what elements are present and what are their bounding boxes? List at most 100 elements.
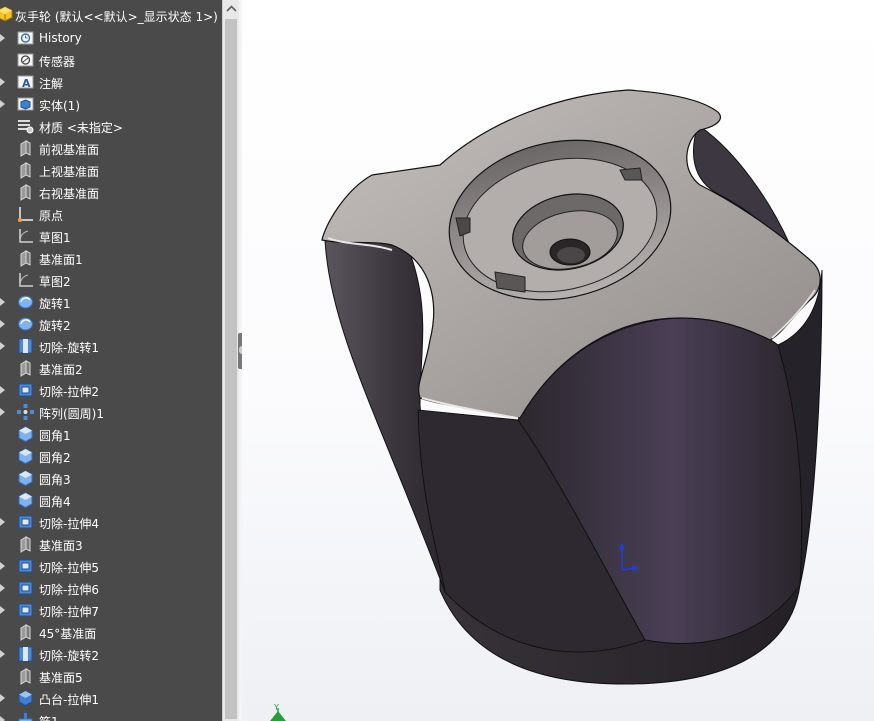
part-name: 灰手轮 (默认<<默认>_显示状态 1>) xyxy=(15,10,218,24)
cut-extrude-icon xyxy=(16,381,35,399)
tree-item[interactable]: 材质 <未指定> xyxy=(0,115,222,137)
plane-icon xyxy=(16,623,35,641)
solid-bodies-icon xyxy=(16,95,35,113)
tree-item[interactable]: 基准面5 xyxy=(0,665,222,687)
plane-icon xyxy=(16,139,35,157)
tree-item[interactable]: 切除-拉伸7 xyxy=(0,599,222,621)
cut-revolve-icon xyxy=(16,337,35,355)
tree-item[interactable]: 旋转1 xyxy=(0,291,222,313)
plane-icon xyxy=(16,535,35,553)
history-icon xyxy=(16,29,35,47)
material-icon xyxy=(16,117,35,135)
sensor-icon xyxy=(16,51,35,69)
expand-arrow-icon[interactable] xyxy=(0,694,5,702)
sketch-icon xyxy=(16,271,35,289)
expand-arrow-icon[interactable] xyxy=(0,584,5,592)
tree-item[interactable]: 基准面2 xyxy=(0,357,222,379)
tree-item[interactable]: 阵列(圆周)1 xyxy=(0,401,222,423)
fillet-icon xyxy=(16,469,35,487)
tree-item-label: 阵列(圆周)1 xyxy=(39,407,104,421)
tree-item[interactable]: 基准面1 xyxy=(0,247,222,269)
expand-arrow-icon[interactable] xyxy=(0,562,5,570)
tree-item-label: 材质 <未指定> xyxy=(39,121,123,135)
tree-item[interactable]: 圆角2 xyxy=(0,445,222,467)
cut-extrude-icon xyxy=(16,601,35,619)
svg-text:A: A xyxy=(22,77,31,90)
plane-icon xyxy=(16,249,35,267)
tree-item[interactable]: 上视基准面 xyxy=(0,159,222,181)
tree-item[interactable]: 圆角4 xyxy=(0,489,222,511)
tree-item[interactable]: 切除-旋转1 xyxy=(0,335,222,357)
tree-item[interactable]: 45°基准面 xyxy=(0,621,222,643)
tree-item-label: 旋转1 xyxy=(39,297,71,311)
expand-arrow-icon[interactable] xyxy=(0,298,5,306)
tree-item-label: 切除-拉伸4 xyxy=(39,517,99,531)
feature-manager-tree[interactable]: 灰手轮 (默认<<默认>_显示状态 1>) History 传感器 A 注解实体(1)… xyxy=(0,0,222,721)
expand-arrow-icon[interactable] xyxy=(0,320,5,328)
model-render[interactable]: Y xyxy=(242,0,874,721)
tree-item-label: 前视基准面 xyxy=(39,143,100,157)
tree-item[interactable]: 切除-拉伸4 xyxy=(0,511,222,533)
plane-icon xyxy=(16,667,35,685)
tree-item-label: 切除-旋转2 xyxy=(39,649,99,663)
tree-item[interactable]: 草图1 xyxy=(0,225,222,247)
cut-extrude-icon xyxy=(16,513,35,531)
expand-arrow-icon[interactable] xyxy=(0,100,5,108)
expand-arrow-icon[interactable] xyxy=(0,342,5,350)
tree-item-label: 基准面5 xyxy=(39,671,83,685)
cut-extrude-icon xyxy=(16,579,35,597)
tree-item[interactable]: 传感器 xyxy=(0,49,222,71)
tree-item[interactable]: 筋1 xyxy=(0,709,222,721)
tree-item-label: 筋1 xyxy=(39,713,59,721)
tree-item-label: 圆角4 xyxy=(39,495,71,509)
expand-arrow-icon[interactable] xyxy=(0,34,5,42)
tree-item-label: 切除-拉伸5 xyxy=(39,561,99,575)
tree-item[interactable]: 切除-旋转2 xyxy=(0,643,222,665)
tree-item-label: 原点 xyxy=(39,209,64,223)
fillet-icon xyxy=(16,447,35,465)
tree-item-label: 切除-旋转1 xyxy=(39,341,99,355)
origin-icon xyxy=(16,205,35,223)
tree-item-label: 草图2 xyxy=(39,275,71,289)
tree-item-label: 旋转2 xyxy=(39,319,71,333)
scroll-thumb[interactable] xyxy=(225,19,237,719)
tree-item-label: 实体(1) xyxy=(39,99,80,113)
cut-revolve-icon xyxy=(16,645,35,663)
tree-item-label: 上视基准面 xyxy=(39,165,100,179)
expand-arrow-icon[interactable] xyxy=(0,650,5,658)
fillet-icon xyxy=(16,425,35,443)
expand-arrow-icon[interactable] xyxy=(0,716,5,721)
expand-arrow-icon[interactable] xyxy=(0,606,5,614)
tree-item-label: 凸台-拉伸1 xyxy=(39,693,99,707)
tree-item[interactable]: 切除-拉伸5 xyxy=(0,555,222,577)
tree-item[interactable]: 圆角3 xyxy=(0,467,222,489)
triad-y-label: Y xyxy=(273,703,279,712)
tree-item[interactable]: A 注解 xyxy=(0,71,222,93)
expand-arrow-icon[interactable] xyxy=(0,386,5,394)
tree-item[interactable]: 草图2 xyxy=(0,269,222,291)
graphics-viewport[interactable]: Y xyxy=(242,0,874,721)
tree-item[interactable]: 圆角1 xyxy=(0,423,222,445)
expand-arrow-icon[interactable] xyxy=(0,78,5,86)
tree-item[interactable]: 前视基准面 xyxy=(0,137,222,159)
tree-item-label: 切除-拉伸6 xyxy=(39,583,99,597)
cut-extrude-icon xyxy=(16,557,35,575)
tree-item-label: 圆角1 xyxy=(39,429,71,443)
boss-extrude-icon xyxy=(16,689,35,707)
scroll-up-arrow-icon[interactable] xyxy=(223,0,240,17)
tree-item[interactable]: 凸台-拉伸1 xyxy=(0,687,222,709)
tree-root-row[interactable]: 灰手轮 (默认<<默认>_显示状态 1>) xyxy=(0,0,222,30)
tree-item[interactable]: 切除-拉伸2 xyxy=(0,379,222,401)
tree-item[interactable]: 右视基准面 xyxy=(0,181,222,203)
tree-item[interactable]: History xyxy=(0,27,222,49)
feature-list: History 传感器 A 注解实体(1) 材质 <未指定> 前视基准面上视基准面右视基准… xyxy=(0,27,222,721)
expand-arrow-icon[interactable] xyxy=(0,518,5,526)
tree-item[interactable]: 原点 xyxy=(0,203,222,225)
fillet-icon xyxy=(16,491,35,509)
tree-item[interactable]: 基准面3 xyxy=(0,533,222,555)
tree-item[interactable]: 切除-拉伸6 xyxy=(0,577,222,599)
tree-item[interactable]: 实体(1) xyxy=(0,93,222,115)
tree-item[interactable]: 旋转2 xyxy=(0,313,222,335)
annotation-icon: A xyxy=(16,73,35,91)
expand-arrow-icon[interactable] xyxy=(0,408,5,416)
